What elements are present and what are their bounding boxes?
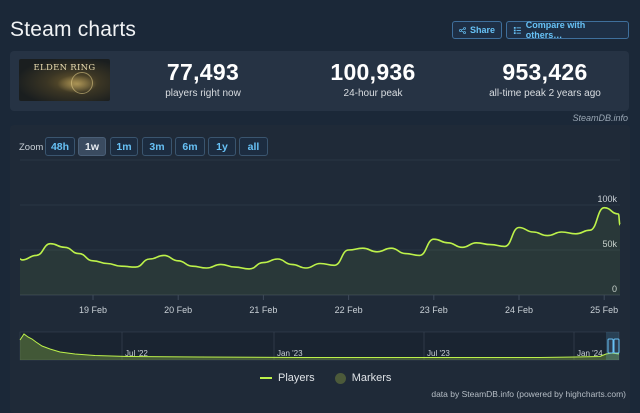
navigator-tick-label: Jan '23	[277, 349, 303, 358]
players-area	[20, 207, 620, 295]
x-axis-ticks: 19 Feb 20 Feb 21 Feb 22 Feb 23 Feb 24 Feb 25 F…	[79, 295, 618, 315]
x-tick-label: 25 Feb	[590, 305, 618, 315]
players-legend-line-icon	[260, 377, 272, 379]
navigator-handle-right[interactable]	[613, 338, 620, 354]
navigator-tick-label: Jul '23	[427, 349, 450, 358]
x-tick-label: 23 Feb	[420, 305, 448, 315]
x-tick-label: 20 Feb	[164, 305, 192, 315]
y-tick-label: 100k	[597, 194, 617, 204]
legend-players[interactable]: Players	[260, 372, 315, 384]
x-tick-label: 22 Feb	[335, 305, 363, 315]
legend-markers-label: Markers	[351, 372, 392, 384]
x-tick-label: 19 Feb	[79, 305, 107, 315]
players-chart: 050k100k 19 Feb20 Feb21 Feb22 Feb23 Feb2…	[19, 159, 621, 361]
markers-legend-dot-icon	[334, 372, 346, 384]
navigator[interactable]: Jul '22 Jan '23 Jul '23 Jan '24	[19, 331, 620, 361]
legend-markers[interactable]: Markers	[334, 372, 392, 384]
chart-legend: Players Markers	[260, 372, 391, 384]
navigator-handle-left[interactable]	[607, 338, 614, 354]
x-tick-label: 24 Feb	[505, 305, 533, 315]
legend-players-label: Players	[278, 372, 315, 384]
chart-credit: data by SteamDB.info (powered by highcha…	[431, 389, 626, 399]
x-tick-label: 21 Feb	[249, 305, 277, 315]
